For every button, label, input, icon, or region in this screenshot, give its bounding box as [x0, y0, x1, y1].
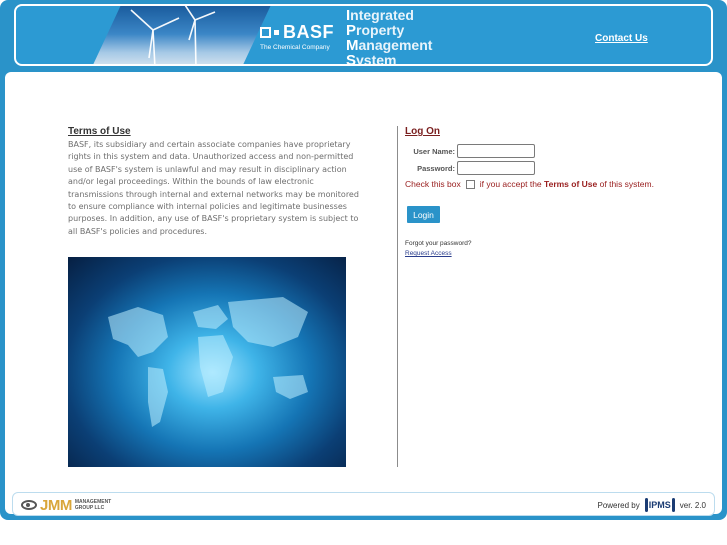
world-map-image [68, 257, 346, 467]
basf-tagline: The Chemical Company [260, 44, 330, 51]
username-input[interactable] [457, 144, 535, 158]
basf-dot-icon [274, 30, 279, 35]
wind-turbine-photo [91, 6, 271, 64]
terms-body: BASF, its subsidiary and certain associa… [68, 140, 359, 236]
version-label: ver. 2.0 [679, 500, 706, 510]
accept-middle: if you accept the [479, 179, 542, 189]
forgot-password-text: Forgot your password? [405, 240, 472, 247]
basf-logo: BASF The Chemical Company [260, 6, 346, 64]
username-row: User Name: [405, 143, 535, 159]
terms-heading: Terms of Use [68, 126, 131, 137]
title-line-2: Property [346, 22, 405, 39]
title-line-4: System [346, 52, 397, 66]
footer-bar: JMM MANAGEMENT GROUP LLC Powered by IPMS … [12, 492, 715, 516]
password-label: Password: [417, 163, 455, 173]
header-banner: BASF The Chemical Company Integrated Pro… [14, 4, 713, 66]
powered-by-label: Powered by [597, 500, 640, 510]
title-line-1: Integrated [346, 7, 414, 24]
contact-us-link[interactable]: Contact Us [595, 33, 648, 44]
title-line-3: Management [346, 37, 433, 54]
ipms-logo-icon: IPMS [644, 498, 676, 512]
terms-section: Terms of Use BASF, its subsidiary and ce… [68, 126, 368, 238]
jmm-logo: JMM MANAGEMENT GROUP LLC [21, 496, 111, 514]
accept-terms-label: Terms of Use [544, 179, 598, 189]
basf-wordmark: BASF [283, 22, 334, 42]
logon-panel: Log On User Name: Password: Check this b… [405, 126, 715, 257]
accept-suffix: of this system. [599, 179, 654, 189]
accept-terms-row: Check this box if you accept the Terms o… [405, 179, 654, 189]
password-row: Password: [405, 160, 535, 176]
accept-terms-checkbox[interactable] [465, 179, 475, 189]
basf-square-icon [260, 27, 271, 38]
username-label: User Name: [413, 146, 455, 156]
powered-by: Powered by IPMS ver. 2.0 [597, 498, 706, 512]
jmm-logo-sub: MANAGEMENT GROUP LLC [74, 499, 112, 511]
password-input[interactable] [457, 161, 535, 175]
logon-heading: Log On [405, 126, 440, 137]
accept-prefix: Check this box [405, 179, 461, 189]
login-button[interactable]: Login [407, 206, 440, 223]
column-divider [397, 126, 398, 467]
system-title: Integrated Property Management System [346, 7, 433, 66]
jmm-eye-icon [21, 500, 37, 510]
jmm-logo-text: JMM [40, 496, 72, 514]
request-access-link[interactable]: Request Access [405, 250, 452, 257]
